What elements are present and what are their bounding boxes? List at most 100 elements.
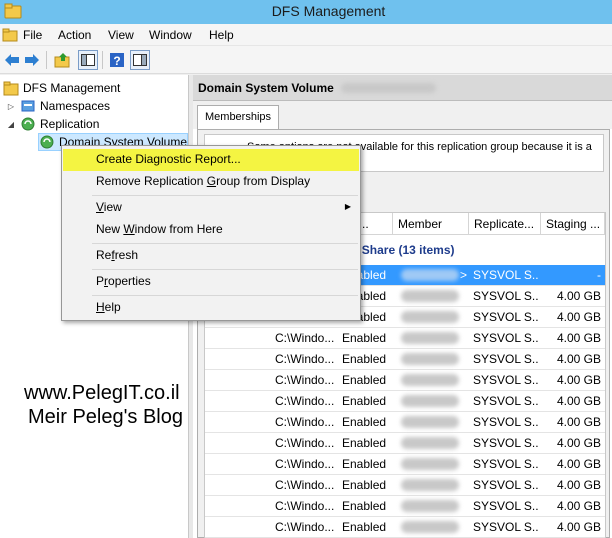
cell-replicated-folder: SYSVOL S... <box>473 394 539 408</box>
watermark-blog: Meir Peleg's Blog <box>28 406 183 428</box>
back-icon[interactable] <box>2 50 22 70</box>
title-bar: DFS Management <box>0 0 612 24</box>
redacted-member <box>401 332 459 344</box>
watermark-url: www.PelegIT.co.il <box>24 382 180 404</box>
menu-window[interactable]: Window <box>149 28 192 42</box>
redacted-member <box>401 395 459 407</box>
cell-staging: 4.00 GB <box>556 352 601 366</box>
cell-replicated-folder: SYSVOL S... <box>473 289 539 303</box>
cell-status: Enabled <box>342 352 387 366</box>
cell-replicated-folder: SYSVOL S... <box>473 415 539 429</box>
cell-replicated-folder: SYSVOL S... <box>473 331 539 345</box>
cell-staging: 4.00 GB <box>556 289 601 303</box>
table-row[interactable]: C:\Windo... Enabled SYSVOL S... 4.00 GB <box>205 433 605 454</box>
menu-item-new-window[interactable]: New Window from Here <box>63 219 359 241</box>
cell-replicated-folder: SYSVOL S... <box>473 268 539 282</box>
cell-replicated-folder: SYSVOL S... <box>473 436 539 450</box>
menu-help[interactable]: Help <box>209 28 234 42</box>
show-hide-tree-icon[interactable] <box>78 50 98 70</box>
cell-replicated-folder: SYSVOL S... <box>473 373 539 387</box>
table-row[interactable]: C:\Windo... Enabled SYSVOL S... 4.00 GB <box>205 349 605 370</box>
redacted-member <box>401 290 459 302</box>
column-header-member[interactable]: Member <box>393 213 469 235</box>
redacted-member <box>401 311 459 323</box>
menu-item-view[interactable]: View ▶ <box>63 197 359 219</box>
cell-path: C:\Windo... <box>275 394 335 408</box>
cell-staging: 4.00 GB <box>556 394 601 408</box>
cell-path: C:\Windo... <box>275 520 335 534</box>
menu-item-refresh[interactable]: Refresh <box>63 245 359 267</box>
redacted-text <box>341 83 436 93</box>
table-row[interactable]: C:\Windo... Enabled SYSVOL S... 4.00 GB <box>205 391 605 412</box>
dfs-root-icon <box>3 81 19 96</box>
cell-staging: 4.00 GB <box>556 520 601 534</box>
collapse-icon[interactable]: ◢ <box>6 119 16 129</box>
namespaces-icon <box>21 100 35 112</box>
cell-staging: 4.00 GB <box>556 457 601 471</box>
cell-staging: 4.00 GB <box>556 310 601 324</box>
cell-path: C:\Windo... <box>275 331 335 345</box>
cell-status: Enabled <box>342 499 387 513</box>
tab-strip: Memberships <box>193 101 612 129</box>
expand-icon[interactable]: ▷ <box>6 101 16 111</box>
cell-path: C:\Windo... <box>275 478 335 492</box>
table-row[interactable]: C:\Windo... Enabled SYSVOL S... 4.00 GB <box>205 454 605 475</box>
menu-item-create-diagnostic-report[interactable]: Create Diagnostic Report... <box>63 149 359 171</box>
tree-item-replication[interactable]: ◢ Replication <box>6 115 99 133</box>
menu-item-properties[interactable]: Properties <box>63 271 359 293</box>
cell-status: Enabled <box>342 415 387 429</box>
column-header-replicated-folder[interactable]: Replicate... <box>469 213 541 235</box>
cell-status: Enabled <box>342 478 387 492</box>
cell-staging: 4.00 GB <box>556 415 601 429</box>
tree-item-namespaces[interactable]: ▷ Namespaces <box>6 97 110 115</box>
replication-group-icon <box>40 135 54 149</box>
replication-icon <box>21 117 35 131</box>
menu-separator <box>92 195 358 196</box>
table-row[interactable]: C:\Windo... Enabled SYSVOL S... 4.00 GB <box>205 496 605 517</box>
table-row[interactable]: C:\Windo... Enabled SYSVOL S... 4.00 GB <box>205 412 605 433</box>
table-row[interactable]: C:\Windo... Enabled SYSVOL S... 4.00 GB <box>205 475 605 496</box>
tree-label: Replication <box>40 117 100 131</box>
properties-pane-icon[interactable] <box>130 50 150 70</box>
cell-staging: 4.00 GB <box>556 499 601 513</box>
menu-separator <box>92 295 358 296</box>
cell-path: C:\Windo... <box>275 457 335 471</box>
table-row[interactable]: C:\Windo... Enabled SYSVOL S... 4.00 GB <box>205 517 605 538</box>
cell-status: Enabled <box>342 520 387 534</box>
cell-staging: 4.00 GB <box>556 331 601 345</box>
up-folder-icon[interactable] <box>53 50 73 70</box>
menu-action[interactable]: Action <box>58 28 91 42</box>
redacted-member <box>401 458 459 470</box>
cell-staging: 4.00 GB <box>556 373 601 387</box>
tab-memberships[interactable]: Memberships <box>197 105 280 129</box>
system-menu-icon[interactable] <box>2 27 18 43</box>
redacted-member <box>401 479 459 491</box>
help-icon[interactable]: ? <box>107 50 127 70</box>
column-header-staging[interactable]: Staging ... <box>541 213 605 235</box>
toolbar-separator <box>102 51 103 69</box>
menu-separator <box>92 269 358 270</box>
cell-replicated-folder: SYSVOL S... <box>473 310 539 324</box>
redacted-member <box>401 437 459 449</box>
svg-text:?: ? <box>113 54 120 68</box>
cell-staging: 4.00 GB <box>556 478 601 492</box>
table-row[interactable]: C:\Windo... Enabled SYSVOL S... 4.00 GB <box>205 328 605 349</box>
cell-path: C:\Windo... <box>275 436 335 450</box>
toolbar-separator <box>46 51 47 69</box>
cell-replicated-folder: SYSVOL S... <box>473 352 539 366</box>
cell-status: Enabled <box>342 394 387 408</box>
cell-path: C:\Windo... <box>275 499 335 513</box>
menu-item-remove-replication-group[interactable]: Remove Replication Group from Display <box>63 171 359 193</box>
cell-staging: 4.00 GB <box>556 436 601 450</box>
menu-view[interactable]: View <box>108 28 134 42</box>
cell-status: Enabled <box>342 373 387 387</box>
redacted-member <box>401 500 459 512</box>
menu-separator <box>92 243 358 244</box>
forward-icon[interactable] <box>22 50 42 70</box>
menu-item-help[interactable]: Help <box>63 297 359 319</box>
cell-path: C:\Windo... <box>275 415 335 429</box>
menu-file[interactable]: File <box>23 28 42 42</box>
tree-item-dfs-management[interactable]: DFS Management <box>3 79 120 97</box>
context-menu: Create Diagnostic Report... Remove Repli… <box>61 145 361 321</box>
table-row[interactable]: C:\Windo... Enabled SYSVOL S... 4.00 GB <box>205 370 605 391</box>
